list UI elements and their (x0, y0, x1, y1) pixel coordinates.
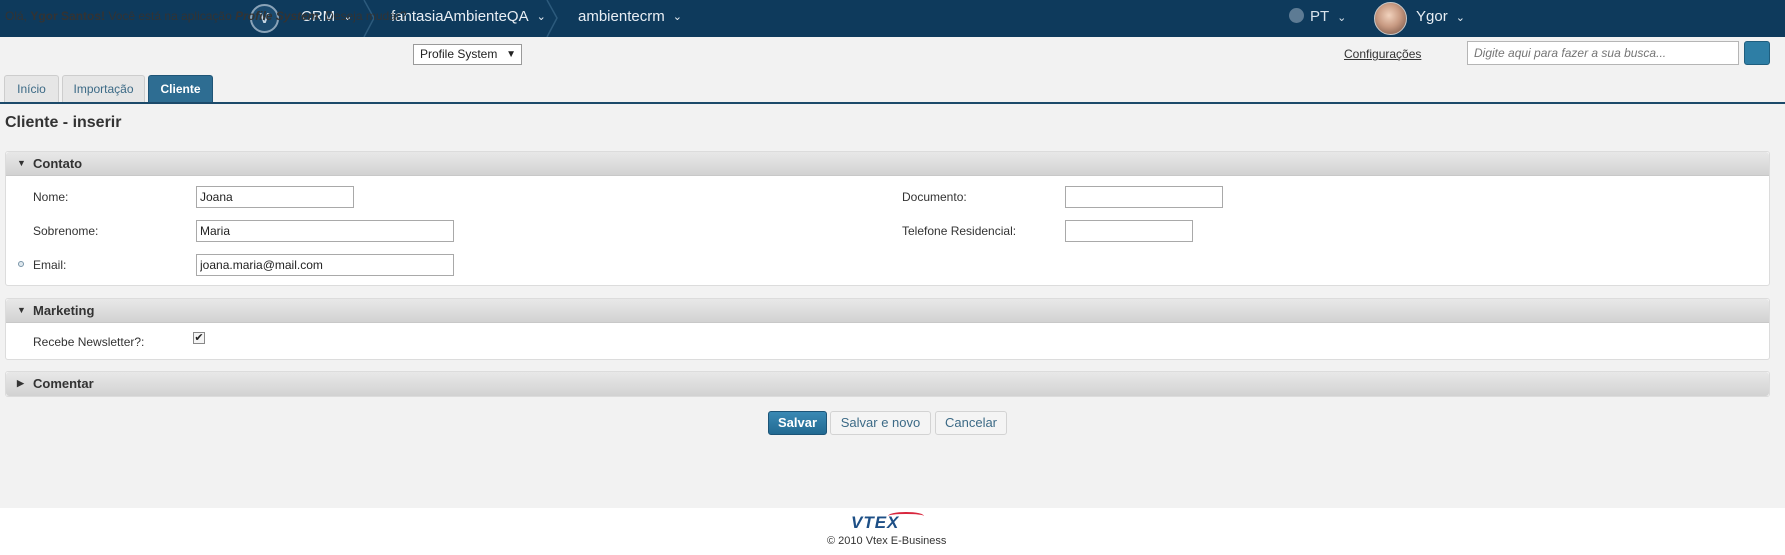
dropdown-arrow-icon: ▼ (506, 49, 516, 60)
user-name: Ygor (1416, 8, 1448, 25)
settings-link[interactable]: Configurações (1344, 47, 1421, 61)
user-menu[interactable]: Ygor ⌄ (1416, 0, 1465, 37)
section-marketing-header[interactable]: ▼ Marketing (6, 299, 1769, 323)
nome-label: Nome: (33, 190, 69, 204)
section-contato-header[interactable]: ▼ Contato (6, 152, 1769, 176)
section-contato-title: Contato (33, 156, 83, 171)
triangle-right-icon: ▶ (17, 378, 24, 388)
tab-inicio[interactable]: Início (4, 75, 59, 102)
chevron-down-icon: ⌄ (1455, 12, 1465, 24)
section-comentar-title: Comentar (33, 376, 94, 391)
cancel-button[interactable]: Cancelar (935, 411, 1007, 435)
email-label: Email: (33, 258, 67, 272)
page-title: Cliente - inserir (5, 114, 122, 131)
checkmark-icon: ✔ (194, 332, 204, 344)
nome-field[interactable] (196, 186, 354, 208)
telefone-label: Telefone Residencial: (902, 224, 1017, 238)
greeting-user: Ygor Santos! (30, 9, 106, 23)
chevron-down-icon: ⌄ (672, 11, 682, 23)
required-indicator-icon (18, 261, 24, 267)
search-button[interactable] (1744, 41, 1770, 65)
logo-swoosh-icon (888, 512, 924, 520)
greeting-prefix: Olá, (5, 9, 31, 23)
tab-cliente[interactable]: Cliente (148, 75, 213, 102)
section-marketing: ▼ Marketing (5, 298, 1770, 360)
crumb-environment-label: ambientecrm (578, 8, 665, 25)
greeting-middle: Você está na aplicação (105, 9, 236, 23)
sobrenome-field[interactable] (196, 220, 454, 242)
search-input[interactable] (1467, 41, 1739, 65)
app-selector[interactable]: Profile System ▼ (413, 44, 522, 65)
tabs-underline (0, 102, 1785, 104)
save-button[interactable]: Salvar (768, 411, 827, 435)
tab-importacao[interactable]: Importação (62, 75, 145, 102)
crumb-environment[interactable]: ambientecrm ⌄ (578, 0, 682, 37)
greeting-app-name: Profile System (235, 9, 319, 23)
crumb-account[interactable]: fantasiaAmbienteQA ⌄ (391, 0, 546, 37)
sobrenome-label: Sobrenome: (33, 224, 99, 238)
section-comentar: ▶ Comentar (5, 371, 1770, 397)
crumb-account-label: fantasiaAmbienteQA (391, 8, 529, 25)
save-and-new-button[interactable]: Salvar e novo (830, 411, 931, 435)
copyright-text: © 2010 Vtex E-Business (827, 535, 947, 547)
triangle-down-icon: ▼ (17, 305, 26, 315)
newsletter-checkbox[interactable]: ✔ (193, 332, 205, 344)
breadcrumb-separator-icon (545, 0, 559, 37)
telefone-field[interactable] (1065, 220, 1193, 242)
avatar[interactable] (1374, 2, 1407, 35)
language-selector[interactable]: PT ⌄ (1289, 0, 1346, 37)
chevron-down-icon: ⌄ (1337, 12, 1347, 24)
app-selector-value: Profile System (420, 47, 498, 61)
greeting-suffix: . Deseja mudar? (318, 9, 407, 23)
globe-icon (1289, 7, 1304, 23)
documento-field[interactable] (1065, 186, 1223, 208)
language-label: PT (1310, 8, 1330, 25)
documento-label: Documento: (902, 190, 967, 204)
greeting-text: Olá, Ygor Santos! Você está na aplicação… (5, 9, 407, 23)
email-field[interactable] (196, 254, 454, 276)
triangle-down-icon: ▼ (17, 158, 26, 168)
newsletter-label: Recebe Newsletter?: (33, 335, 145, 349)
section-marketing-title: Marketing (33, 303, 95, 318)
section-comentar-header[interactable]: ▶ Comentar (6, 372, 1769, 396)
